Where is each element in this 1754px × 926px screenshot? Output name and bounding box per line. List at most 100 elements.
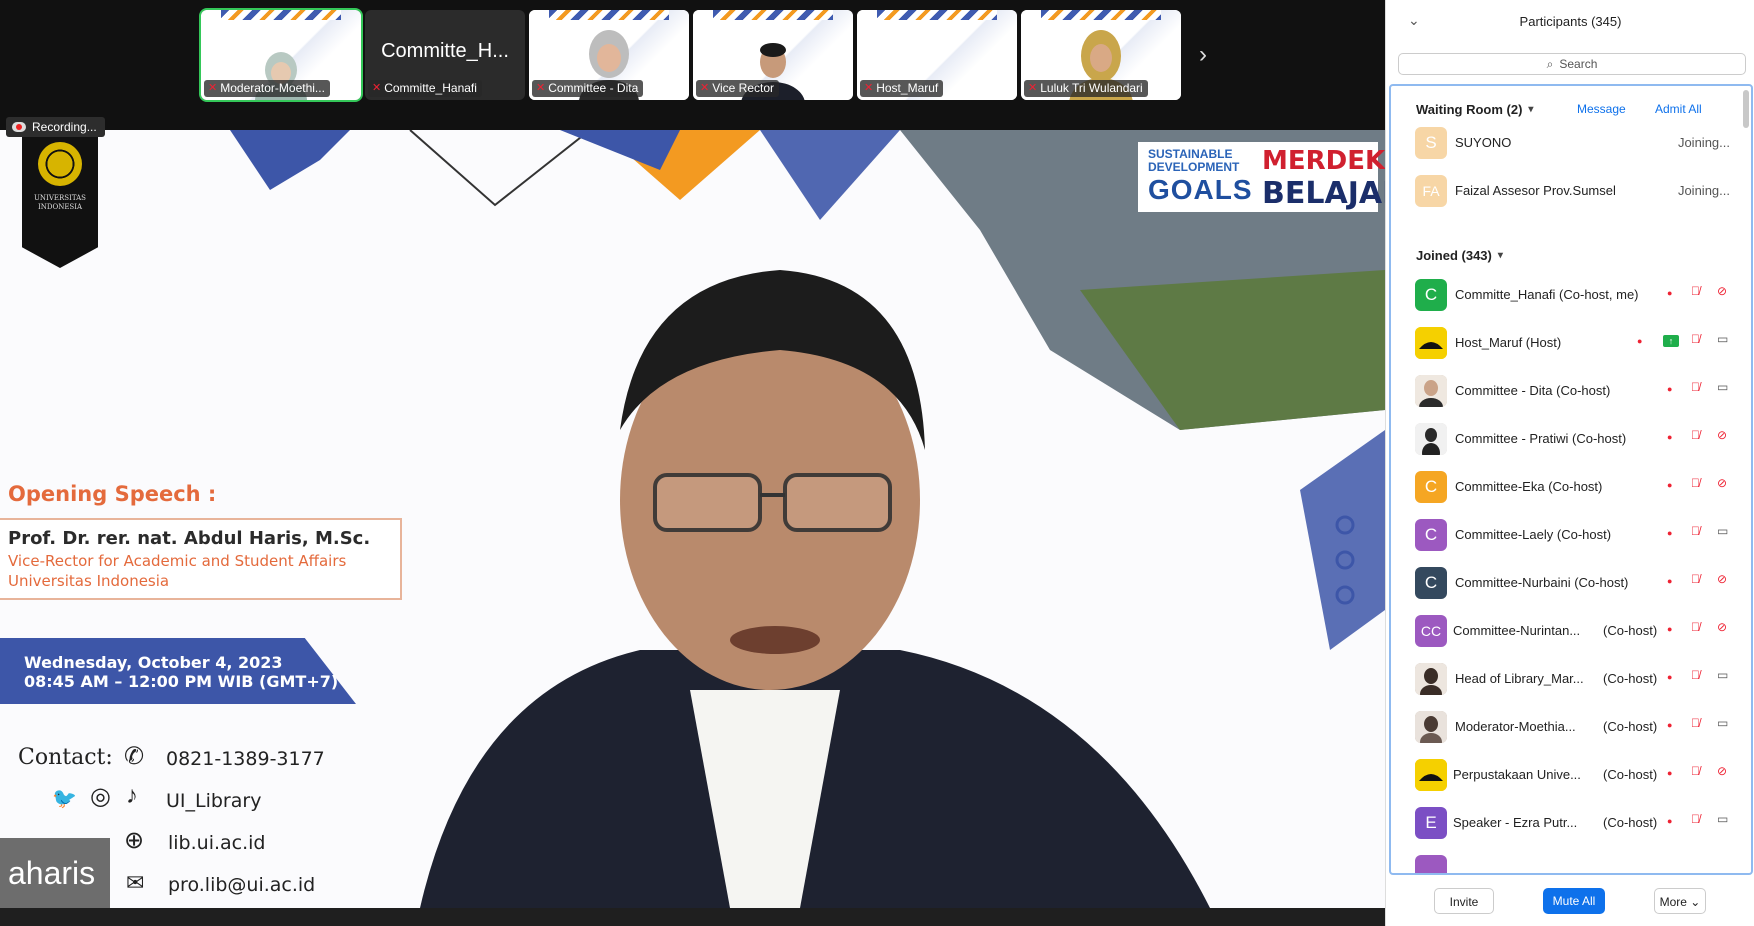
video-camera-icon[interactable]: ▭ [1717, 380, 1728, 394]
next-page-chevron-icon[interactable]: › [1193, 40, 1213, 70]
participant-role: (Co-host) [1603, 815, 1658, 830]
cloud-recording-icon [12, 122, 26, 132]
participant-row-partial[interactable] [1391, 846, 1746, 873]
tiktok-icon: ♪ [126, 782, 138, 809]
mic-muted-icon[interactable]: 🎙̸ [1691, 572, 1700, 586]
video-tile-committee-dita[interactable]: ✕ Committee - Dita [529, 10, 689, 100]
mic-muted-icon[interactable]: 🎙̸ [1691, 812, 1700, 826]
tile-name: Moderator-Moethi... [220, 81, 325, 95]
avatar: C [1415, 279, 1447, 311]
participant-name: Moderator-Moethia... [1455, 719, 1576, 734]
video-filmstrip: ✕ Moderator-Moethi... Committe_H... ✕ Comm… [0, 0, 1385, 110]
participant-row[interactable]: Moderator-Moethia... (Co-host) ● 🎙̸ ▭ [1391, 702, 1746, 750]
event-time: 08:45 AM – 12:00 PM WIB (GMT+7) [24, 672, 339, 691]
mic-muted-icon[interactable]: 🎙̸ [1691, 476, 1700, 490]
participant-row[interactable]: C Committee-Eka (Co-host) ● 🎙̸ ⊘ [1391, 462, 1746, 510]
participant-row[interactable]: C Committee-Nurbaini (Co-host) ● 🎙̸ ⊘ [1391, 558, 1746, 606]
speaker-organization: Universitas Indonesia [8, 572, 170, 590]
twitter-icon: 🐦 [52, 788, 77, 810]
avatar-photo [1415, 663, 1447, 695]
participant-role: (Co-host) [1603, 767, 1658, 782]
waiting-room-header[interactable]: Waiting Room (2) ▾ [1416, 102, 1533, 117]
tile-nametag: ✕ Moderator-Moethi... [204, 80, 330, 97]
avatar [1415, 375, 1447, 407]
recording-dot-icon: ● [1667, 576, 1673, 586]
message-button[interactable]: Message [1577, 102, 1626, 116]
participant-row[interactable]: Perpustakaan Unive... (Co-host) ● 🎙̸ ⊘ [1391, 750, 1746, 798]
video-tile-host-maruf[interactable]: ✕ Host_Maruf [857, 10, 1017, 100]
search-input[interactable]: ⌕ Search [1398, 53, 1746, 75]
university-logo: UNIVERSITAS INDONESIA [22, 130, 98, 268]
video-camera-icon[interactable]: ▭ [1717, 812, 1728, 826]
university-seal-icon [38, 142, 82, 186]
tile-name: Committee - Dita [548, 81, 639, 95]
participant-row[interactable]: Head of Library_Mar... (Co-host) ● 🎙̸ ▭ [1391, 654, 1746, 702]
mic-muted-icon[interactable]: 🎙̸ [1691, 524, 1700, 538]
video-off-icon[interactable]: ⊘ [1717, 764, 1727, 778]
mic-muted-icon[interactable]: 🎙̸ [1691, 428, 1700, 442]
participant-row[interactable]: Committee - Dita (Co-host) ● 🎙̸ ▭ [1391, 366, 1746, 414]
globe-icon: ⊕ [124, 827, 145, 854]
participant-list[interactable]: Waiting Room (2) ▾ Message Admit All S S… [1389, 84, 1753, 875]
mic-muted-icon: ✕ [700, 82, 710, 94]
participant-name: Committe_Hanafi (Co-host, me) [1455, 287, 1639, 302]
video-off-icon[interactable]: ⊘ [1717, 284, 1727, 298]
mic-muted-icon[interactable]: 🎙̸ [1691, 668, 1700, 682]
mic-muted-icon: ✕ [1028, 82, 1038, 94]
tile-nametag: ✕ Committee - Dita [532, 80, 644, 97]
waiting-participant-row[interactable]: FA Faizal Assesor Prov.Sumsel Joining... [1391, 166, 1746, 214]
recording-indicator[interactable]: Recording... [6, 117, 105, 137]
tile-name: Vice Rector [712, 81, 775, 95]
logo-text: UNIVERSITAS INDONESIA [34, 194, 86, 211]
mic-muted-icon[interactable]: 🎙̸ [1691, 764, 1700, 778]
video-off-icon[interactable]: ⊘ [1717, 572, 1727, 586]
tile-nametag: ✕ Committe_Hanafi [368, 80, 482, 97]
waiting-participant-row[interactable]: S SUYONO Joining... [1391, 118, 1746, 166]
participant-row[interactable]: Committee - Pratiwi (Co-host) ● 🎙̸ ⊘ [1391, 414, 1746, 462]
participant-row[interactable]: Host_Maruf (Host) ● ↑ 🎙̸ ▭ [1391, 318, 1746, 366]
recording-dot-icon: ● [1667, 816, 1673, 826]
participant-name: Head of Library_Mar... [1455, 671, 1584, 686]
admit-all-button[interactable]: Admit All [1655, 102, 1702, 116]
merdeka-text: MERDEKA [1262, 146, 1385, 176]
mic-muted-icon[interactable]: 🎙̸ [1691, 332, 1700, 346]
video-tile-vice-rector[interactable]: ✕ Vice Rector [693, 10, 853, 100]
participant-name: Speaker - Ezra Putr... [1453, 815, 1578, 830]
tile-nametag: ✕ Vice Rector [696, 80, 780, 97]
mic-muted-icon[interactable]: 🎙̸ [1691, 716, 1700, 730]
video-off-icon[interactable]: ⊘ [1717, 620, 1727, 634]
video-camera-icon[interactable]: ▭ [1717, 716, 1728, 730]
recording-dot-icon: ● [1667, 720, 1673, 730]
video-camera-icon[interactable]: ▭ [1717, 332, 1728, 346]
participant-row[interactable]: C Committee-Laely (Co-host) ● 🎙̸ ▭ [1391, 510, 1746, 558]
mute-all-button[interactable]: Mute All [1543, 888, 1605, 914]
sdg-goals-text: GOALS [1148, 174, 1253, 205]
mic-muted-icon[interactable]: 🎙̸ [1691, 284, 1700, 298]
video-off-icon[interactable]: ⊘ [1717, 476, 1727, 490]
joined-header[interactable]: Joined (343) ▾ [1416, 248, 1503, 263]
video-tile-committe-hanafi[interactable]: Committe_H... ✕ Committe_Hanafi [365, 10, 525, 100]
opening-speech-title: Opening Speech : [8, 482, 217, 506]
video-tile-luluk[interactable]: ✕ Luluk Tri Wulandari [1021, 10, 1181, 100]
recording-dot-icon: ● [1667, 624, 1673, 634]
participant-row[interactable]: E Speaker - Ezra Putr... (Co-host) ● 🎙̸ … [1391, 798, 1746, 846]
video-tile-moderator[interactable]: ✕ Moderator-Moethi... [199, 8, 363, 102]
video-camera-icon[interactable]: ▭ [1717, 668, 1728, 682]
sdg-line-2-text: DEVELOPMENT [1148, 160, 1240, 174]
invite-button[interactable]: Invite [1434, 888, 1494, 914]
event-date: Wednesday, October 4, 2023 [24, 653, 283, 672]
meeting-toolbar-strip [0, 908, 1385, 926]
tile-name: Committe_Hanafi [384, 81, 477, 95]
more-button[interactable]: More ⌄ [1654, 888, 1706, 914]
mic-muted-icon[interactable]: 🎙̸ [1691, 380, 1700, 394]
avatar: S [1415, 127, 1447, 159]
participant-row[interactable]: CC Committee-Nurintan... (Co-host) ● 🎙̸ … [1391, 606, 1746, 654]
search-icon: ⌕ [1546, 56, 1554, 71]
chevron-down-icon: ⌄ [1686, 895, 1701, 909]
sdg-line-1: SUSTAINABLE DEVELOPMENT [1148, 148, 1239, 174]
video-camera-icon[interactable]: ▭ [1717, 524, 1728, 538]
mic-muted-icon[interactable]: 🎙̸ [1691, 620, 1700, 634]
participant-name: Committee-Nurbaini (Co-host) [1455, 575, 1629, 590]
video-off-icon[interactable]: ⊘ [1717, 428, 1727, 442]
participant-row[interactable]: C Committe_Hanafi (Co-host, me) ● 🎙̸ ⊘ [1391, 270, 1746, 318]
